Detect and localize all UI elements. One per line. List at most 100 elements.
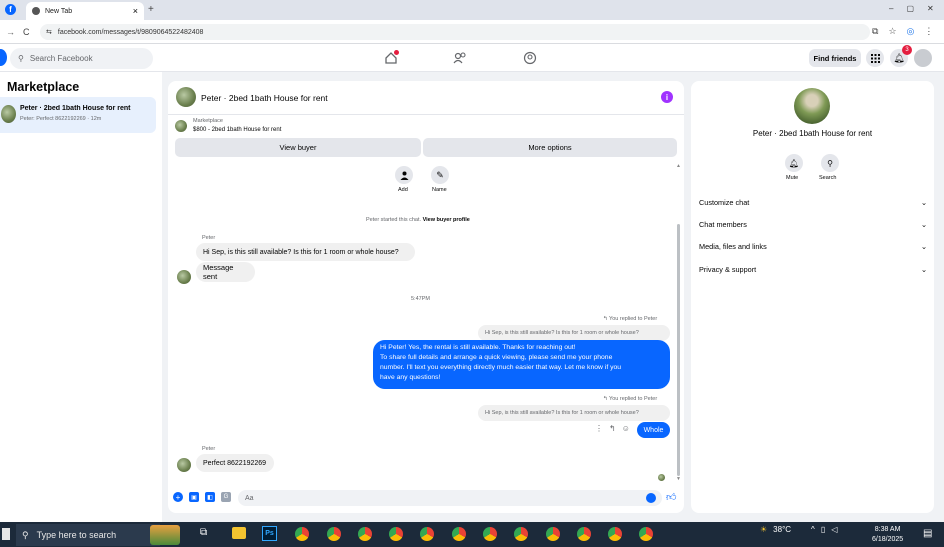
quoted-message[interactable]: Hi Sep, is this still available? Is this… [478, 405, 670, 421]
reply-icon[interactable]: ↰ [609, 424, 616, 433]
left-sidebar [0, 72, 162, 522]
chrome-taskbar-icon[interactable] [608, 527, 622, 541]
message-input[interactable]: Aa [238, 490, 662, 506]
view-buyer-profile-link[interactable]: View buyer profile [423, 217, 470, 223]
composer-placeholder: Aa [245, 494, 254, 502]
chrome-taskbar-icon[interactable] [514, 527, 528, 541]
sidebar-title: Marketplace [7, 80, 80, 94]
facebook-favicon-icon[interactable]: f [5, 4, 16, 15]
thumbs-up-icon[interactable]: 👍︎ [666, 491, 676, 503]
translate-icon[interactable]: ⧉ [872, 26, 878, 37]
windows-start-icon[interactable] [2, 528, 10, 540]
chrome-taskbar-icon[interactable] [358, 527, 372, 541]
add-person-icon[interactable] [395, 166, 413, 184]
network-icon[interactable]: ▯ [821, 525, 825, 534]
scroll-up-icon[interactable]: ▲ [676, 163, 681, 169]
home-dot-badge [394, 50, 399, 55]
volume-icon[interactable]: ◁ [831, 525, 837, 534]
reload-icon[interactable]: C [23, 27, 30, 37]
chevron-up-icon[interactable]: ^ [811, 525, 815, 534]
menu-kebab-icon[interactable]: ⋮ [924, 26, 933, 37]
url-field[interactable]: ⇆ facebook.com/messages/t/98090645224824… [40, 24, 870, 40]
file-explorer-icon[interactable] [232, 527, 246, 539]
chat-scrollbar[interactable] [677, 224, 680, 476]
sender-name: Peter [202, 235, 216, 241]
chrome-taskbar-icon[interactable] [577, 527, 591, 541]
my-message-bubble[interactable]: Whole [637, 422, 670, 438]
chrome-taskbar-icon[interactable] [546, 527, 560, 541]
listing-title[interactable]: $800 - 2bed 1bath House for rent [193, 127, 281, 133]
more-options-button[interactable]: More options [423, 138, 677, 157]
customize-chat-row[interactable]: Customize chat ⌄ [699, 195, 927, 209]
message-bubble[interactable]: Hi Sep, is this still available? Is this… [196, 243, 415, 261]
details-avatar [794, 88, 830, 124]
new-tab-button[interactable]: + [148, 4, 154, 15]
chrome-taskbar-icon[interactable] [295, 527, 309, 541]
task-view-icon[interactable]: ⧉ [200, 527, 207, 538]
close-window-icon[interactable]: ✕ [927, 4, 934, 13]
scroll-down-icon[interactable]: ▼ [676, 476, 681, 482]
browser-tab[interactable]: New Tab × [26, 2, 144, 20]
search-icon: ⚲ [18, 54, 24, 63]
maximize-icon[interactable]: ▢ [906, 4, 914, 13]
groups-icon[interactable] [522, 50, 538, 66]
chat-title[interactable]: Peter · 2bed 1bath House for rent [201, 93, 328, 103]
plus-icon[interactable]: + [173, 492, 183, 502]
photoshop-icon[interactable]: Ps [262, 526, 277, 541]
tab-close-button[interactable]: × [133, 6, 138, 16]
temperature[interactable]: 38°C [773, 525, 791, 534]
sticker-icon[interactable]: ◧ [205, 492, 215, 502]
widget-image[interactable] [150, 525, 180, 545]
conversation-list-item[interactable]: Peter · 2bed 1bath House for rent Peter:… [0, 97, 156, 133]
mute-label: Mute [786, 175, 799, 181]
details-title: Peter · 2bed 1bath House for rent [752, 129, 873, 138]
menu-grid-icon[interactable] [866, 49, 884, 67]
photo-icon[interactable]: ▣ [189, 492, 199, 502]
marketplace-label: Marketplace [193, 118, 223, 124]
quoted-message[interactable]: Hi Sep, is this still available? Is this… [478, 325, 670, 341]
chat-avatar[interactable] [176, 87, 196, 107]
profile-icon[interactable]: ◎ [907, 26, 915, 37]
privacy-support-row[interactable]: Privacy & support ⌄ [699, 262, 927, 276]
chrome-taskbar-icon[interactable] [483, 527, 497, 541]
chat-members-row[interactable]: Chat members ⌄ [699, 217, 927, 231]
gif-icon[interactable]: G [221, 492, 231, 502]
more-icon[interactable]: ⋮ [595, 424, 603, 433]
react-emoji-icon[interactable]: ☺ [622, 424, 630, 433]
chrome-taskbar-icon[interactable] [639, 527, 653, 541]
chrome-taskbar-icon[interactable] [420, 527, 434, 541]
chat-started-notice: Peter started this chat. View buyer prof… [366, 217, 470, 223]
clock-time: 8:38 AM [874, 526, 901, 533]
find-friends-button[interactable]: Find friends [809, 49, 861, 67]
notification-center-icon[interactable]: ▤ [923, 528, 932, 539]
bookmark-star-icon[interactable]: ☆ [888, 26, 896, 37]
search-input[interactable]: ⚲ Search Facebook [10, 48, 153, 69]
listing-thumbnail [175, 120, 187, 132]
pencil-icon[interactable]: ✎ [431, 166, 449, 184]
name-label: Name [432, 187, 447, 193]
site-settings-icon[interactable]: ⇆ [46, 28, 52, 36]
chrome-taskbar-icon[interactable] [327, 527, 341, 541]
taskbar-clock[interactable]: 8:38 AM 6/18/2025 [872, 525, 903, 545]
emoji-icon[interactable] [646, 493, 656, 503]
search-icon[interactable]: ⚲ [821, 154, 839, 172]
view-buyer-button[interactable]: View buyer [175, 138, 421, 157]
media-files-links-row[interactable]: Media, files and links ⌄ [699, 239, 927, 253]
back-icon[interactable]: → [6, 27, 15, 37]
chrome-taskbar-icon[interactable] [452, 527, 466, 541]
mute-bell-icon[interactable]: 🔔︎ [785, 154, 803, 172]
message-bubble[interactable]: Perfect 8622192269 [196, 454, 274, 472]
conversation-avatar [1, 105, 16, 123]
browser-toolbar: ⧉ ☆ ◎ ⋮ [872, 26, 933, 37]
minimize-icon[interactable]: – [889, 4, 893, 13]
taskbar-search[interactable]: ⚲ Type here to search [16, 524, 160, 546]
chrome-taskbar-icon[interactable] [389, 527, 403, 541]
tab-title: New Tab [45, 7, 73, 15]
message-bubble[interactable]: Message sent [196, 262, 255, 282]
add-label: Add [398, 187, 408, 193]
my-message-bubble[interactable]: Hi Peter! Yes, the rental is still avail… [373, 340, 670, 389]
weather-icon[interactable]: ☀ [760, 525, 767, 534]
friends-icon[interactable] [452, 50, 468, 66]
info-icon[interactable]: i [661, 91, 673, 103]
account-avatar[interactable] [914, 49, 932, 67]
